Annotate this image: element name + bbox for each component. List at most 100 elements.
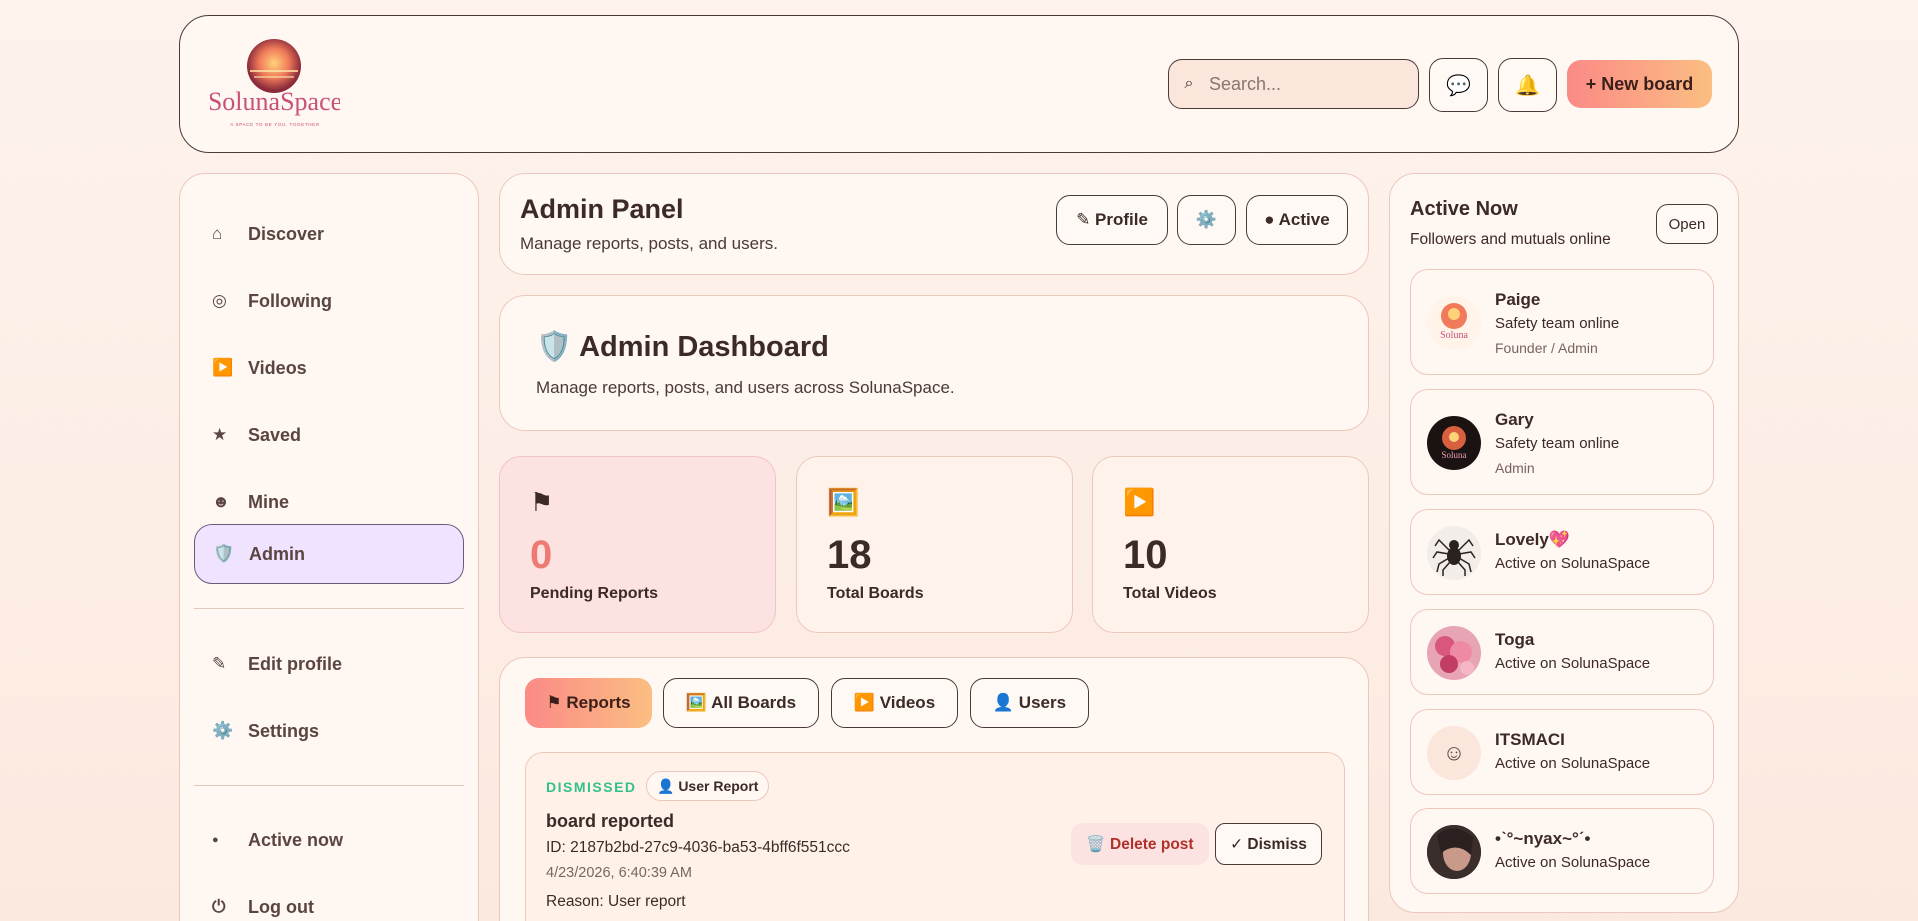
left-sidebar: ⌂ Discover ◎ Following ▶️ Videos ★ Saved… <box>179 173 479 921</box>
play-icon: ▶️ <box>1123 487 1156 517</box>
active-user-card[interactable]: •ˋ°~nyax~°ˊ• Active on SolunaSpace <box>1410 808 1714 894</box>
sidebar-item-label: Log out <box>248 896 314 917</box>
user-status: Active on SolunaSpace <box>1495 854 1651 871</box>
sidebar-item-mine[interactable]: ☻ Mine <box>194 472 464 532</box>
active-user-card[interactable]: Toga Active on SolunaSpace <box>1410 609 1714 695</box>
active-now-title: Active Now <box>1410 198 1518 220</box>
notifications-button[interactable]: 🔔 <box>1498 58 1557 112</box>
stat-value: 18 <box>827 533 872 577</box>
home-icon: ⌂ <box>212 224 223 243</box>
delete-post-button[interactable]: 🗑️ Delete post <box>1071 823 1209 865</box>
power-icon: ⏻ <box>212 897 226 916</box>
user-role: Founder / Admin <box>1495 340 1598 356</box>
tab-reports[interactable]: ⚑ Reports <box>525 678 652 728</box>
status-badge: DISMISSED <box>546 779 637 795</box>
profile-button[interactable]: ✎ Profile <box>1056 195 1168 245</box>
status-dot-icon: ● <box>212 834 219 846</box>
admin-dashboard-card: 🛡️ Admin Dashboard Manage reports, posts… <box>499 295 1369 431</box>
page-title: Admin Panel <box>520 194 684 224</box>
sidebar-divider <box>194 608 464 609</box>
user-name: Paige <box>1495 290 1541 309</box>
avatar: Soluna <box>1427 416 1481 470</box>
pencil-icon: ✎ <box>212 654 227 673</box>
admin-panel-card: Admin Panel Manage reports, posts, and u… <box>499 173 1369 275</box>
avatar <box>1427 526 1481 580</box>
avatar <box>1427 825 1481 879</box>
active-user-card[interactable]: Soluna Paige Safety team online Founder … <box>1410 269 1714 375</box>
sidebar-item-settings[interactable]: ⚙️ Settings <box>194 701 464 761</box>
report-title: board reported <box>546 811 675 831</box>
sidebar-item-label: Mine <box>248 491 290 512</box>
user-status: Safety team online <box>1495 435 1620 452</box>
dismiss-button[interactable]: ✓ Dismiss <box>1215 823 1322 865</box>
stat-card-total-boards[interactable]: 🖼️ 18 Total Boards <box>796 456 1073 633</box>
sidebar-item-label: Settings <box>248 720 320 741</box>
settings-button[interactable]: ⚙️ <box>1177 195 1236 245</box>
page-subtitle: Manage reports, posts, and users. <box>520 234 778 253</box>
tab-users[interactable]: 👤 Users <box>970 678 1089 728</box>
sidebar-item-log-out[interactable]: ⏻ Log out <box>194 877 464 921</box>
star-icon: ★ <box>212 425 228 444</box>
sidebar-item-edit-profile[interactable]: ✎ Edit profile <box>194 634 464 694</box>
user-name: Lovely💖 <box>1495 530 1571 549</box>
svg-text:A SPACE TO BE YOU, TOGETHER: A SPACE TO BE YOU, TOGETHER <box>230 122 320 127</box>
bell-icon: 🔔 <box>1515 74 1540 97</box>
user-status: Active on SolunaSpace <box>1495 655 1651 672</box>
user-name: •ˋ°~nyax~°ˊ• <box>1495 829 1591 848</box>
tab-all-boards[interactable]: 🖼️ All Boards <box>663 678 819 728</box>
sidebar-item-active-now[interactable]: ● Active now <box>194 810 464 870</box>
stat-label: Pending Reports <box>530 585 659 602</box>
sidebar-item-discover[interactable]: ⌂ Discover <box>194 204 464 264</box>
user-name: ITSMACI <box>1495 730 1565 749</box>
search-icon: ⌕ <box>1184 75 1194 92</box>
chat-bubble-icon: 💬 <box>1446 74 1471 97</box>
stat-card-total-videos[interactable]: ▶️ 10 Total Videos <box>1092 456 1369 633</box>
sidebar-item-label: Admin <box>249 543 305 564</box>
report-reason: Reason: User report <box>546 893 686 910</box>
stat-value: 10 <box>1123 533 1168 577</box>
avatar: Soluna <box>1427 296 1481 350</box>
stat-label: Total Boards <box>827 585 924 602</box>
reports-card: ⚑ Reports 🖼️ All Boards ▶️ Videos 👤 User… <box>499 657 1369 921</box>
active-status-button[interactable]: ● Active <box>1246 195 1348 245</box>
top-header: SolunaSpace A SPACE TO BE YOU, TOGETHER … <box>179 15 1739 153</box>
search-bar[interactable]: ⌕ <box>1168 59 1419 109</box>
target-icon: ◎ <box>212 291 227 310</box>
user-name: Toga <box>1495 630 1535 649</box>
gear-icon: ⚙️ <box>212 721 234 740</box>
user-status: Safety team online <box>1495 315 1620 332</box>
sidebar-item-saved[interactable]: ★ Saved <box>194 405 464 465</box>
sidebar-item-label: Following <box>248 290 332 311</box>
sidebar-item-label: Discover <box>248 223 325 244</box>
sidebar-item-label: Active now <box>248 829 344 850</box>
open-button[interactable]: Open <box>1656 204 1718 244</box>
sidebar-item-videos[interactable]: ▶️ Videos <box>194 338 464 398</box>
report-timestamp: 4/23/2026, 6:40:39 AM <box>546 865 692 881</box>
active-now-panel: Active Now Followers and mutuals online … <box>1389 173 1739 913</box>
dashboard-title: 🛡️ Admin Dashboard <box>536 331 829 363</box>
smiley-icon: ☺ <box>1427 726 1481 780</box>
active-user-card[interactable]: Lovely💖 Active on SolunaSpace <box>1410 509 1714 595</box>
user-name: Gary <box>1495 410 1534 429</box>
smiley-icon: ☻ <box>212 492 230 511</box>
gear-icon: ⚙️ <box>1195 210 1218 229</box>
stat-value: 0 <box>530 533 553 577</box>
sidebar-item-following[interactable]: ◎ Following <box>194 271 464 331</box>
messages-button[interactable]: 💬 <box>1429 58 1488 112</box>
report-type-badge: 👤 User Report <box>646 771 770 801</box>
sidebar-item-label: Edit profile <box>248 653 342 674</box>
picture-icon: 🖼️ <box>827 487 860 517</box>
report-id: ID: 2187b2bd-27c9-4036-ba53-4bff6f551ccc <box>546 839 850 856</box>
user-status: Active on SolunaSpace <box>1495 755 1651 772</box>
new-board-button[interactable]: + New board <box>1567 60 1712 108</box>
active-user-card[interactable]: ☺ ITSMACI Active on SolunaSpace <box>1410 709 1714 795</box>
sidebar-item-admin[interactable]: 🛡️ Admin <box>194 524 464 584</box>
user-status: Active on SolunaSpace <box>1495 555 1651 572</box>
search-input[interactable] <box>1209 73 1409 95</box>
stat-label: Total Videos <box>1123 585 1217 602</box>
active-user-card[interactable]: Soluna Gary Safety team online Admin <box>1410 389 1714 495</box>
solunaspace-logo[interactable]: SolunaSpace A SPACE TO BE YOU, TOGETHER <box>208 38 342 134</box>
tab-videos[interactable]: ▶️ Videos <box>831 678 958 728</box>
svg-text:Soluna: Soluna <box>1440 330 1468 341</box>
stat-card-pending-reports[interactable]: ⚑ 0 Pending Reports <box>499 456 776 633</box>
